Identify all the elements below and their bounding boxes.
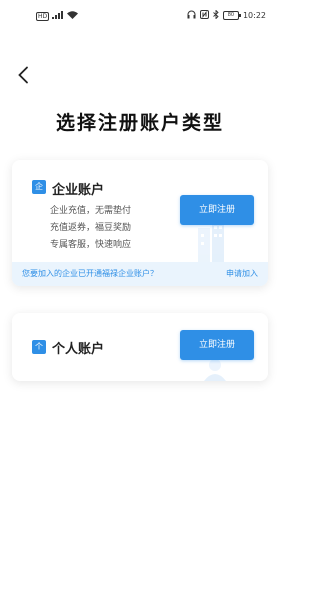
signal-icon bbox=[52, 11, 64, 21]
clock: 10:22 bbox=[242, 11, 266, 20]
enterprise-register-button[interactable]: 立即注册 bbox=[180, 195, 254, 225]
enterprise-icon: 企 bbox=[32, 180, 46, 194]
personal-account-card: 个 个人账户 立即注册 bbox=[12, 313, 268, 381]
status-bar: HD 80 10:22 bbox=[0, 0, 280, 30]
wifi-icon bbox=[67, 11, 79, 21]
benefit-line: 企业充值，无需垫付 bbox=[50, 206, 132, 216]
hd-badge: HD bbox=[36, 11, 50, 21]
join-enterprise-question: 您要加入的企业已开通福禄企业账户？ bbox=[22, 269, 158, 278]
personal-register-button[interactable]: 立即注册 bbox=[180, 330, 254, 360]
person-illustration-icon bbox=[204, 359, 226, 381]
enterprise-account-title: 企业账户 bbox=[52, 183, 105, 198]
page-title: 选择注册账户类型 bbox=[55, 112, 224, 134]
enterprise-account-card: 企 企业账户 企业充值，无需垫付 充值返券，福豆奖励 专属客服，快速响应 立即注… bbox=[12, 160, 268, 286]
benefit-line: 专属客服，快速响应 bbox=[50, 240, 132, 250]
enterprise-account-description: 企业充值，无需垫付 充值返券，福豆奖励 专属客服，快速响应 bbox=[50, 203, 131, 254]
battery-icon: 80 bbox=[222, 11, 241, 20]
join-enterprise-footer: 您要加入的企业已开通福禄企业账户？ 申请加入 bbox=[12, 262, 268, 286]
nfc-icon bbox=[199, 10, 209, 21]
benefit-line: 充值返券，福豆奖励 bbox=[50, 223, 132, 233]
bluetooth-icon bbox=[213, 9, 219, 21]
chevron-left-icon bbox=[17, 66, 29, 88]
back-button[interactable] bbox=[12, 66, 34, 88]
status-left: HD bbox=[36, 11, 79, 21]
personal-account-title: 个人账户 bbox=[52, 342, 105, 357]
apply-to-join-link[interactable]: 申请加入 bbox=[226, 262, 258, 286]
headphones-icon bbox=[187, 10, 196, 21]
status-right: 80 10:22 bbox=[187, 9, 266, 21]
personal-icon: 个 bbox=[32, 340, 46, 354]
